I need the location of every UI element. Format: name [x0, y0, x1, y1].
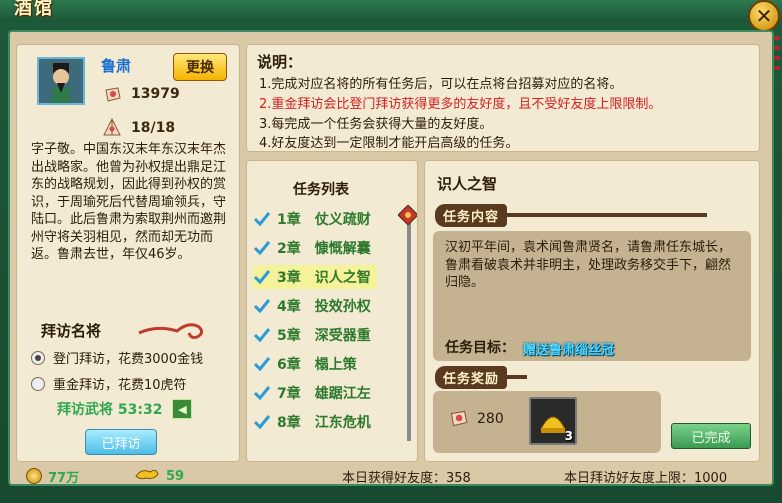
- chapter-stat: 18/18: [101, 117, 175, 139]
- task-reward-box: 280 3: [433, 391, 661, 453]
- task-detail-title: 识人之智: [437, 175, 498, 193]
- check-icon: [253, 268, 271, 286]
- task-item-7[interactable]: 7章 雄踞江左: [253, 381, 377, 405]
- reward-item-count: 3: [564, 429, 573, 443]
- swap-general-button[interactable]: 更换: [173, 53, 227, 81]
- fan-icon: [101, 117, 123, 139]
- wine-jar-icon: [447, 407, 469, 433]
- chapter-progress: 18/18: [131, 120, 176, 136]
- check-icon: [253, 355, 271, 373]
- coins-value: 77万: [48, 470, 80, 486]
- task-label: 8章 江东危机: [277, 415, 371, 431]
- note-item: 3.每完成一个任务会获得大量的友好度。: [259, 117, 493, 132]
- note-item: 4.好友度达到一定限制才能开启高级的任务。: [259, 136, 519, 151]
- visit-timer: 拜访武将 53:32: [57, 402, 163, 418]
- check-icon: [253, 326, 271, 344]
- visit-option-door[interactable]: 登门拜访，花费3000金钱: [31, 348, 203, 367]
- note-item-red: 2.重金拜访会比登门拜访获得更多的友好度，且不受好友度上限限制。: [259, 97, 662, 112]
- task-goal-value: 赠送鲁肃缁丝冠: [523, 343, 615, 358]
- task-item-6[interactable]: 6章 榻上策: [253, 352, 377, 376]
- task-list-title: 任务列表: [293, 182, 349, 198]
- close-button[interactable]: ✕: [748, 0, 780, 32]
- general-panel: 鲁肃 更换 13979 18/18 字子敬。中国东汉末年东汉末年杰出战略家。他曾…: [16, 44, 240, 462]
- check-icon: [253, 384, 271, 402]
- radio-gold-visit[interactable]: [31, 376, 45, 391]
- task-detail-panel: 识人之智 任务内容 汉初平年间，袁术闻鲁肃贤名，请鲁肃任东城长，鲁肃看破袁术并非…: [424, 160, 760, 462]
- check-icon: [253, 413, 271, 431]
- task-item-2[interactable]: 2章 慷慨解囊: [253, 236, 377, 260]
- check-icon: [253, 210, 271, 228]
- prev-arrow-button[interactable]: ◀: [172, 399, 193, 419]
- general-name: 鲁肃: [101, 57, 132, 75]
- task-label: 4章 投效孙权: [277, 299, 371, 315]
- task-reward-banner: 任务奖励: [435, 365, 528, 389]
- task-label: 3章 识人之智: [277, 270, 371, 286]
- notes-title: 说明：: [257, 53, 303, 71]
- friendship-value: 13979: [131, 86, 180, 102]
- coin-icon: [26, 468, 42, 484]
- visit-option-gold[interactable]: 重金拜访，花费10虎符: [31, 374, 187, 393]
- completed-button[interactable]: 已完成: [671, 423, 751, 449]
- tavern-window: 酒馆 ✕ 鲁肃 更换 13979 18/18 字子敬。中国东汉末年东汉末年杰出战…: [0, 0, 782, 503]
- visit-option-gold-label: 重金拜访，花费10虎符: [53, 378, 187, 393]
- status-bar: 77万 59 本日获得好友度：358 本日拜访好友度上限：1000: [8, 465, 774, 487]
- task-item-3-selected[interactable]: 3章 识人之智: [253, 265, 377, 289]
- check-icon: [253, 239, 271, 257]
- check-icon: [253, 297, 271, 315]
- task-label: 5章 深受器重: [277, 328, 371, 344]
- task-item-8[interactable]: 8章 江东危机: [253, 410, 377, 434]
- tokens-value: 59: [166, 468, 185, 484]
- reward-item-slot[interactable]: 3: [529, 397, 577, 445]
- task-content-text: 汉初平年间，袁术闻鲁肃贤名，请鲁肃任东城长，鲁肃看破袁术并非明主，处理政务移交手…: [445, 240, 732, 290]
- task-label: 2章 慷慨解囊: [277, 241, 371, 257]
- friendship-stat: 13979: [101, 83, 180, 105]
- window-title: 酒馆: [14, 0, 54, 19]
- task-goal-label: 任务目标：: [445, 340, 515, 356]
- task-label: 1章 仗义疏财: [277, 212, 371, 228]
- visit-section-title: 拜访名将: [41, 322, 102, 340]
- task-reward-banner-label: 任务奖励: [435, 365, 508, 389]
- visited-button[interactable]: 已拜访: [85, 429, 157, 455]
- task-label: 7章 雄踞江左: [277, 386, 371, 402]
- tokens-display: 59: [134, 466, 184, 486]
- close-icon: ✕: [755, 4, 773, 28]
- cloud-ornament-icon: [138, 323, 204, 339]
- task-item-5[interactable]: 5章 深受器重: [253, 323, 377, 347]
- general-portrait: [37, 57, 85, 105]
- visit-option-door-label: 登门拜访，花费3000金钱: [53, 352, 204, 367]
- visit-timer-row: 拜访武将 53:32 ◀: [57, 399, 193, 419]
- title-bar: 酒馆: [0, 0, 782, 22]
- task-scrollbar-thumb[interactable]: [398, 205, 418, 225]
- general-bio: 字子敬。中国东汉末年东汉末年杰出战略家。他曾为孙权提出鼎足江东的战略规划，因此得…: [31, 142, 227, 262]
- today-friendship: 本日获得好友度：358: [342, 470, 471, 486]
- side-decoration: [774, 36, 780, 76]
- wine-jar-icon: [101, 83, 123, 105]
- coins-display: 77万: [26, 467, 79, 486]
- task-list-panel: 任务列表 1章 仗义疏财 2章 慷慨解囊 3章 识人之智 4章 投效孙权 5章 …: [246, 160, 418, 462]
- task-scrollbar-track[interactable]: [407, 211, 411, 441]
- today-friendship-limit: 本日拜访好友度上限：1000: [564, 470, 728, 486]
- task-item-1[interactable]: 1章 仗义疏财: [253, 207, 377, 231]
- task-item-4[interactable]: 4章 投效孙权: [253, 294, 377, 318]
- radio-door-visit[interactable]: [31, 350, 45, 365]
- task-label: 6章 榻上策: [277, 357, 357, 373]
- tiger-token-icon: [134, 466, 160, 486]
- notes-panel: 说明： 1.完成对应名将的所有任务后，可以在点将台招募对应的名将。 2.重金拜访…: [246, 44, 760, 152]
- task-content-banner-label: 任务内容: [435, 203, 508, 227]
- note-item: 1.完成对应名将的所有任务后，可以在点将台招募对应的名将。: [259, 77, 623, 92]
- task-content-banner: 任务内容: [435, 203, 708, 227]
- reward-friendship-value: 280: [477, 411, 504, 427]
- task-content-box: 汉初平年间，袁术闻鲁肃贤名，请鲁肃任东城长，鲁肃看破袁术并非明主，处理政务移交手…: [433, 231, 751, 361]
